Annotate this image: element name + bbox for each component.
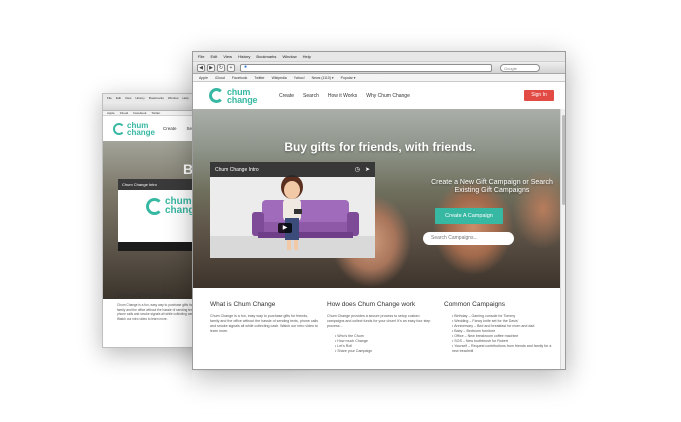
common-campaigns-title: Common Campaigns <box>444 301 506 308</box>
back-nav-create[interactable]: Create <box>163 126 177 131</box>
site-logo[interactable]: chum change <box>209 87 261 105</box>
reload-icon[interactable]: ↻ <box>217 63 225 72</box>
bookmark-apple[interactable]: Apple <box>199 74 208 81</box>
hero-subtitle: Create a New Gift Campaign or Search Exi… <box>431 179 553 194</box>
video-title-bar: Chum Change Intro ◷ ➤ <box>210 162 375 177</box>
what-is-title: What is Chum Change <box>210 301 276 308</box>
logo-c-icon <box>146 197 163 215</box>
back-section-title: What is Chum Change <box>117 293 173 299</box>
logo-line2: change <box>127 127 156 137</box>
bookmark-apple[interactable]: Apple <box>107 111 115 115</box>
menu-window[interactable]: Window <box>168 96 179 100</box>
bookmark-news[interactable]: News (1110) ▾ <box>312 74 334 81</box>
menu-file[interactable]: File <box>198 52 204 61</box>
menu-window[interactable]: Window <box>282 52 296 61</box>
how-it-works-title: How does Chum Change work <box>327 301 416 308</box>
forward-arrow-icon[interactable]: ▶ <box>207 63 215 72</box>
screenshot-stage: File Edit View History Bookmarks Window … <box>0 0 681 422</box>
bookmark-icloud[interactable]: iCloud <box>120 111 129 115</box>
sign-in-button[interactable]: Sign In <box>524 90 554 101</box>
window-reflection <box>192 371 566 422</box>
menu-file[interactable]: File <box>107 96 112 100</box>
what-is-section: What is Chum Change Chum Change is a fun… <box>210 301 318 334</box>
menu-edit[interactable]: Edit <box>116 96 121 100</box>
nav-search[interactable]: Search <box>303 93 319 99</box>
menu-bookmarks[interactable]: Bookmarks <box>256 52 276 61</box>
common-campaigns-section: Common Campaigns Birthday – Gaming conso… <box>444 301 554 354</box>
site-globe-icon: ● <box>244 64 248 70</box>
logo-line2: change <box>227 94 258 105</box>
bookmark-icloud[interactable]: iCloud <box>215 74 225 81</box>
bookmark-popular[interactable]: Popular ▾ <box>341 74 356 81</box>
back-logo[interactable]: chum change <box>113 121 156 137</box>
toolbar: ◀ ▶ ↻ + ● Google <box>193 62 565 74</box>
browser-search-input[interactable]: Google <box>500 63 540 72</box>
clock-icon[interactable]: ◷ <box>355 166 360 173</box>
address-bar[interactable]: ● <box>240 63 492 72</box>
logo-c-icon <box>113 122 125 135</box>
play-icon[interactable]: ▶ <box>278 223 292 233</box>
bookmark-facebook[interactable]: Facebook <box>133 111 146 115</box>
menu-history[interactable]: History <box>135 96 144 100</box>
bookmark-twitter[interactable]: Twitter <box>254 74 264 81</box>
hero-title: Buy gifts for friends, with friends. <box>284 140 476 154</box>
menu-bar: File Edit View History Bookmarks Window … <box>193 52 565 62</box>
bookmark-wikipedia[interactable]: Wikipedia <box>272 74 287 81</box>
page-scrollbar[interactable] <box>560 109 565 369</box>
add-icon[interactable]: + <box>227 63 235 72</box>
video-title: Chum Change Intro <box>215 166 259 173</box>
hero-section: Buy gifts for friends, with friends. Chu… <box>193 109 565 288</box>
menu-view[interactable]: View <box>125 96 131 100</box>
site-header: chum change Create Search How it Works W… <box>193 82 565 109</box>
bookmarks-bar: Apple iCloud Facebook Twitter Wikipedia … <box>193 74 565 82</box>
menu-help[interactable]: Help <box>303 52 311 61</box>
menu-history[interactable]: History <box>238 52 250 61</box>
nav-how-it-works[interactable]: How it Works <box>328 93 357 99</box>
what-is-text: Chum Change is a fun, easy way to purcha… <box>210 314 319 333</box>
bookmark-facebook[interactable]: Facebook <box>232 74 247 81</box>
menu-bookmarks[interactable]: Bookmarks <box>149 96 164 100</box>
main-nav: Create Search How it Works Why Chum Chan… <box>279 93 410 99</box>
list-item[interactable]: Yourself – Request contributions from fr… <box>452 344 554 354</box>
steps-list: Who's the Chum How much Change Let's Rol… <box>335 334 435 354</box>
campaign-search-input[interactable]: Search Campaigns... <box>423 232 514 245</box>
create-campaign-button[interactable]: Create A Campaign <box>435 208 503 224</box>
share-icon[interactable]: ➤ <box>365 166 370 173</box>
menu-view[interactable]: View <box>223 52 232 61</box>
logo-c-icon <box>209 88 224 103</box>
menu-edit[interactable]: Edit <box>210 52 217 61</box>
bookmark-twitter[interactable]: Twitter <box>151 111 160 115</box>
info-sections: What is Chum Change Chum Change is a fun… <box>193 288 565 369</box>
campaigns-list: Birthday – Gaming console for Tommy Wedd… <box>452 314 554 354</box>
bookmark-yahoo[interactable]: Yahoo! <box>294 74 305 81</box>
intro-video-player[interactable]: Chum Change Intro ◷ ➤ ▶ <box>210 162 375 258</box>
front-browser-window: File Edit View History Bookmarks Window … <box>192 51 566 370</box>
nav-create[interactable]: Create <box>279 93 294 99</box>
list-item: Share your Campaign <box>335 349 435 354</box>
back-arrow-icon[interactable]: ◀ <box>197 63 205 72</box>
menu-help[interactable]: Help <box>183 96 189 100</box>
scrollbar-thumb[interactable] <box>562 115 565 205</box>
nav-why-chum-change[interactable]: Why Chum Change <box>366 93 410 99</box>
how-it-works-text: Chum Change provides a secure process to… <box>327 314 431 328</box>
how-it-works-section: How does Chum Change work Chum Change pr… <box>327 301 435 354</box>
